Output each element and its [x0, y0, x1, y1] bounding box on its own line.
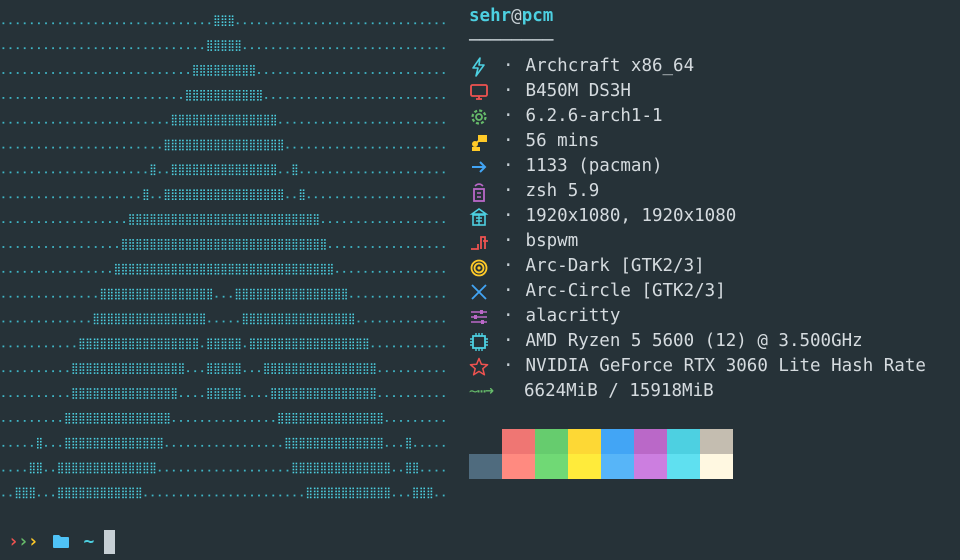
monitor-icon	[469, 82, 489, 102]
terminal-window[interactable]: sehr@pcm ──────── · Archcraft x86_64 · B450…	[0, 0, 960, 560]
sliders-icon	[469, 307, 489, 327]
info-row: · Arc-Circle [GTK2/3]	[469, 279, 926, 304]
info-value: 1133 (pacman)	[525, 156, 663, 176]
info-value: Arc-Dark [GTK2/3]	[525, 256, 705, 276]
info-bullet: ·	[503, 131, 514, 151]
info-bullet: ·	[503, 106, 514, 126]
info-row: · Archcraft x86_64	[469, 54, 926, 79]
info-value: 1920x1080, 1920x1080	[525, 206, 737, 226]
archcraft-ascii-logo	[0, 8, 455, 504]
memory-value: 6624MiB / 15918MiB	[524, 381, 714, 401]
info-value: B450M DS3H	[525, 81, 631, 101]
info-row: · bspwm	[469, 229, 926, 254]
color-swatch	[568, 429, 601, 454]
info-value: AMD Ryzen 5 5600 (12) @ 3.500GHz	[525, 331, 863, 351]
info-row: · Arc-Dark [GTK2/3]	[469, 254, 926, 279]
username: sehr	[469, 6, 512, 26]
color-swatch	[535, 454, 568, 479]
star-icon	[469, 357, 489, 377]
prompt-chevron-icon: ›	[27, 531, 39, 552]
info-value: alacritty	[525, 306, 621, 326]
folder-icon	[52, 535, 69, 548]
terminal-cursor[interactable]	[104, 529, 116, 554]
user-host-title: sehr@pcm	[469, 4, 926, 29]
info-bullet: ·	[503, 206, 514, 226]
info-value: zsh 5.9	[525, 181, 600, 201]
color-swatch	[667, 454, 700, 479]
color-swatch	[568, 454, 601, 479]
memory-arrow-icon: ~⋯➜	[469, 382, 494, 400]
info-row: · 1133 (pacman)	[469, 154, 926, 179]
info-bullet: ·	[503, 331, 514, 351]
color-swatch	[601, 454, 634, 479]
color-swatch	[502, 429, 535, 454]
info-bullet: ·	[503, 156, 514, 176]
shell-prompt[interactable]: ››› ~	[8, 529, 116, 554]
info-row: · NVIDIA GeForce RTX 3060 Lite Hash Rate	[469, 354, 926, 379]
info-value: 6.2.6-arch1-1	[525, 106, 663, 126]
color-swatch	[634, 429, 667, 454]
window-manager-icon	[469, 232, 489, 252]
info-value: bspwm	[525, 231, 579, 251]
info-value: 56 mins	[525, 131, 600, 151]
color-swatch	[502, 454, 535, 479]
arrow-right-icon	[469, 157, 489, 177]
prompt-chevrons: ›››	[8, 531, 39, 552]
info-bullet: ·	[503, 281, 514, 301]
cpu-icon	[469, 332, 489, 352]
presenter-icon	[469, 132, 489, 152]
info-row: · B450M DS3H	[469, 79, 926, 104]
info-bullet: ·	[503, 306, 514, 326]
info-value: Arc-Circle [GTK2/3]	[525, 281, 726, 301]
info-bullet: ·	[503, 56, 514, 76]
info-row: · AMD Ryzen 5 5600 (12) @ 3.500GHz	[469, 329, 926, 354]
fetch-info-panel: sehr@pcm ──────── · Archcraft x86_64 · B450…	[469, 4, 926, 404]
info-value: Archcraft x86_64	[525, 56, 695, 76]
theme-icon	[469, 257, 489, 277]
palette-normal-row	[469, 429, 733, 454]
color-swatch	[700, 429, 733, 454]
lightning-icon	[469, 56, 489, 77]
info-row: · alacritty	[469, 304, 926, 329]
color-palette	[469, 429, 733, 479]
color-swatch	[667, 429, 700, 454]
title-separator: ────────	[469, 31, 554, 51]
color-swatch	[469, 429, 502, 454]
color-swatch	[535, 429, 568, 454]
at-sign: @	[511, 6, 522, 26]
shell-icon	[469, 182, 489, 202]
info-bullet: ·	[503, 256, 514, 276]
icons-x-icon	[469, 282, 489, 302]
color-swatch	[601, 429, 634, 454]
info-row: · 1920x1080, 1920x1080	[469, 204, 926, 229]
info-bullet: ·	[503, 181, 514, 201]
palette-bright-row	[469, 454, 733, 479]
info-row: · 6.2.6-arch1-1	[469, 104, 926, 129]
info-bullet: ·	[503, 81, 514, 101]
info-bullet: ·	[503, 356, 514, 376]
hostname: pcm	[521, 6, 554, 26]
gear-icon	[469, 107, 489, 127]
color-swatch	[700, 454, 733, 479]
color-swatch	[634, 454, 667, 479]
info-value: NVIDIA GeForce RTX 3060 Lite Hash Rate	[525, 356, 926, 376]
memory-row: ~⋯➜ 6624MiB / 15918MiB	[469, 379, 926, 404]
color-swatch	[469, 454, 502, 479]
info-row: · 56 mins	[469, 129, 926, 154]
info-row: · zsh 5.9	[469, 179, 926, 204]
display-icon	[469, 207, 489, 227]
info-bullet: ·	[503, 231, 514, 251]
current-directory: ~	[83, 531, 95, 552]
